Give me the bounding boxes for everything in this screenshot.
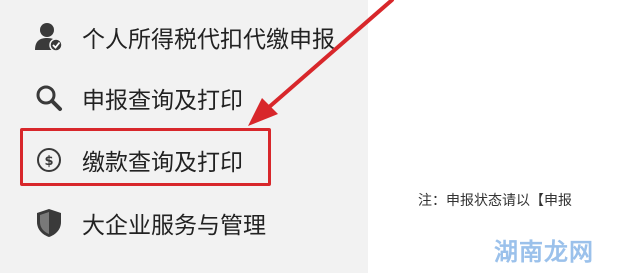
search-icon	[34, 83, 64, 113]
main-content: 注：申报状态请以【申报 湖南龙网	[368, 0, 620, 273]
sidebar-item-large-enterprise-services[interactable]: 大企业服务与管理	[34, 203, 266, 243]
sidebar-item-label: 大企业服务与管理	[82, 213, 266, 239]
sidebar: 个人所得税代扣代缴申报 申报查询及打印 $ 缴款查询及打印 大企业服务与管理	[0, 0, 368, 273]
shield-icon	[34, 208, 64, 238]
highlight-box	[20, 128, 271, 186]
user-check-icon	[34, 22, 64, 52]
sidebar-item-individual-tax-withholding[interactable]: 个人所得税代扣代缴申报	[34, 17, 335, 57]
status-note: 注：申报状态请以【申报	[418, 193, 572, 209]
sidebar-item-label: 个人所得税代扣代缴申报	[82, 27, 335, 53]
sidebar-item-label: 申报查询及打印	[82, 88, 243, 114]
sidebar-item-declaration-query-print[interactable]: 申报查询及打印	[34, 78, 243, 118]
watermark: 湖南龙网	[494, 238, 594, 266]
